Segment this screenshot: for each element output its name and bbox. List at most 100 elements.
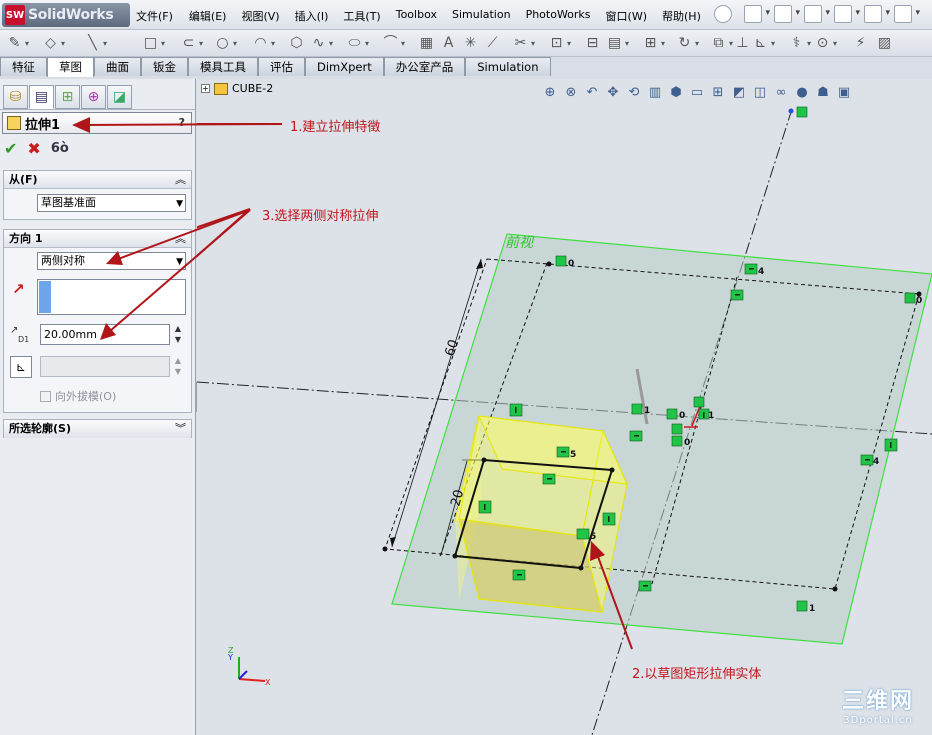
menu-edit[interactable]: 编辑(E)	[189, 8, 227, 24]
previous-view-icon[interactable]: ↶	[583, 84, 601, 102]
text-icon[interactable]: A	[440, 35, 457, 52]
plane-label: 前视	[505, 235, 535, 251]
apply-scene-icon[interactable]: ●	[793, 84, 811, 102]
select-pointer-icon[interactable]	[894, 5, 920, 23]
spline-icon[interactable]: ∿	[310, 35, 333, 52]
selected-contours-group: 所选轮廓(S) ︾	[3, 419, 192, 438]
menu-photoworks[interactable]: PhotoWorks	[526, 8, 591, 24]
tab-dimxpert[interactable]: DimXpert	[305, 57, 384, 76]
feature-tree-flyout[interactable]: + CUBE-2	[201, 82, 273, 95]
point-icon[interactable]: ✳	[462, 35, 479, 52]
zoom-to-fit-icon[interactable]: ⊕	[541, 84, 559, 102]
arrow-line-3a	[117, 209, 251, 260]
arrow-head-1	[72, 117, 90, 133]
save-icon[interactable]	[804, 5, 830, 23]
annotation-overlay	[72, 117, 283, 340]
relation-label: 1	[708, 411, 714, 421]
circle-icon[interactable]: ○	[214, 35, 237, 52]
menu-insert[interactable]: 插入(I)	[295, 8, 329, 24]
logo-text: SolidWorks	[28, 7, 114, 23]
tab-sketch[interactable]: 草图	[47, 57, 94, 77]
shadows-icon[interactable]: ☗	[814, 84, 832, 102]
menu-help[interactable]: 帮助(H)	[662, 8, 701, 24]
expand-chevron-icon[interactable]: ︾	[175, 420, 186, 437]
selected-contours-label: 所选轮廓(S)	[9, 422, 71, 435]
section-view-icon[interactable]: ▥	[646, 84, 664, 102]
display-relations-icon[interactable]: ⊾	[752, 35, 775, 52]
sketch-point[interactable]	[382, 546, 388, 552]
copy-entities-icon[interactable]: ⧉	[710, 35, 734, 52]
rapid-sketch-icon[interactable]: ⚡	[852, 35, 869, 52]
menu-view[interactable]: 视图(V)	[241, 8, 279, 24]
move-entities-icon[interactable]: ⊞	[642, 35, 665, 52]
tab-surfaces[interactable]: 曲面	[94, 57, 141, 76]
selected-contours-header[interactable]: 所选轮廓(S) ︾	[4, 420, 191, 438]
sketch-point[interactable]	[546, 261, 552, 267]
zoom-to-area-icon[interactable]: ⊗	[562, 84, 580, 102]
undo-icon[interactable]	[864, 5, 890, 23]
menu-simulation[interactable]: Simulation	[452, 8, 511, 24]
four-view-icon[interactable]: ⊞	[709, 84, 727, 102]
triad-z-label: Z	[228, 646, 234, 655]
hide-show-icon[interactable]: ◫	[751, 84, 769, 102]
tab-features[interactable]: 特征	[0, 57, 47, 76]
edit-appearance-icon[interactable]: ∞	[772, 84, 790, 102]
sketch-point[interactable]	[609, 467, 615, 473]
plane-icon[interactable]: ▦	[418, 35, 435, 52]
origin-point[interactable]	[788, 108, 794, 114]
quick-snaps-icon[interactable]: ⊙	[814, 35, 837, 52]
dimension-60[interactable]: 60	[443, 338, 462, 358]
view-settings-icon[interactable]: ▣	[835, 84, 853, 102]
rotate-view-icon[interactable]: ⟲	[625, 84, 643, 102]
draft-outward-label: 向外拔模(O)	[55, 390, 117, 403]
rotate-icon[interactable]: ↻	[676, 35, 699, 52]
sketch-point[interactable]	[832, 586, 838, 592]
menu-tools[interactable]: 工具(T)	[343, 8, 380, 24]
single-view-icon[interactable]: ▭	[688, 84, 706, 102]
arrow-line-3b	[109, 209, 251, 332]
polygon-icon[interactable]: ⬡	[288, 35, 305, 52]
print-icon[interactable]	[834, 5, 860, 23]
line-icon[interactable]: ╲	[84, 35, 107, 52]
mirror-icon[interactable]: ⊟	[584, 35, 601, 52]
display-style-icon[interactable]: ◩	[730, 84, 748, 102]
triad-x-label: X	[265, 678, 271, 687]
offset-icon[interactable]: ⊡	[548, 35, 571, 52]
sketch-icon[interactable]: ✎	[6, 35, 29, 52]
menu-bar: SW SolidWorks 文件(F) 编辑(E) 视图(V) 插入(I) 工具…	[0, 0, 932, 30]
linear-pattern-icon[interactable]: ▤	[606, 35, 629, 52]
pan-icon[interactable]: ✥	[604, 84, 622, 102]
tab-sheet-metal[interactable]: 钣金	[141, 57, 188, 76]
part-icon	[214, 82, 228, 95]
arc-icon[interactable]: ◠	[252, 35, 275, 52]
sketch-picture-icon[interactable]: ▨	[876, 35, 893, 52]
relation-label: 1	[644, 406, 650, 416]
menu-window[interactable]: 窗口(W)	[606, 8, 647, 24]
tab-mold-tools[interactable]: 模具工具	[188, 57, 258, 76]
dim-arrow	[476, 259, 483, 269]
pin-icon[interactable]	[714, 5, 732, 23]
fillet-icon[interactable]: ⌒	[382, 35, 406, 52]
heads-up-view-toolbar: ⊕ ⊗ ↶ ✥ ⟲ ▥ ⬢ ▭ ⊞ ◩ ◫ ∞ ● ☗ ▣	[541, 84, 853, 102]
sketch-point[interactable]	[578, 565, 584, 571]
view-orientation-icon[interactable]: ⬢	[667, 84, 685, 102]
command-manager-tabs: 特征 草图 曲面 钣金 模具工具 评估 DimXpert 办公室产品 Simul…	[0, 57, 551, 77]
relation-label: 0	[679, 411, 685, 421]
new-document-icon[interactable]	[744, 5, 770, 23]
menu-toolbox[interactable]: Toolbox	[396, 8, 437, 24]
ellipse-icon[interactable]: ⬭	[346, 35, 369, 52]
rectangle-icon[interactable]: □	[142, 35, 165, 52]
trim-icon[interactable]: ✂	[512, 35, 535, 52]
add-relation-icon[interactable]: ⊥	[734, 35, 751, 52]
open-folder-icon[interactable]	[774, 5, 800, 23]
menu-file[interactable]: 文件(F)	[136, 8, 173, 24]
tab-office-products[interactable]: 办公室产品	[383, 57, 466, 76]
tab-simulation[interactable]: Simulation	[465, 57, 551, 76]
repair-sketch-icon[interactable]: ⚕	[788, 35, 811, 52]
slot-icon[interactable]: ⊂	[180, 35, 203, 52]
centerline-icon[interactable]: ⟋	[484, 35, 501, 52]
expand-plus-icon[interactable]: +	[201, 84, 210, 93]
tab-evaluate[interactable]: 评估	[258, 57, 305, 76]
smart-dimension-icon[interactable]: ◇	[42, 35, 65, 52]
sketch-point[interactable]	[452, 553, 458, 559]
